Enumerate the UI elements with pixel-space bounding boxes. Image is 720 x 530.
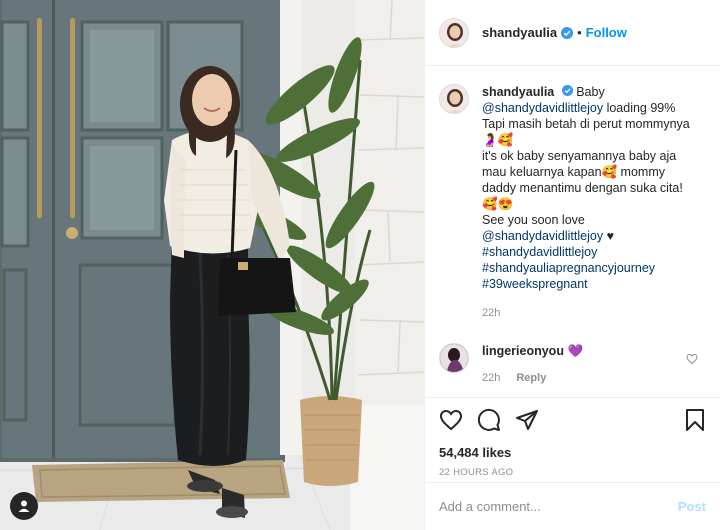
caption-line: See you soon love (482, 213, 585, 227)
avatar-image (440, 18, 468, 47)
header-separator: • (577, 25, 582, 40)
caption-line: daddy menantimu dengan suka cita! (482, 181, 683, 195)
post-photo[interactable] (0, 0, 424, 530)
user-icon (18, 500, 30, 512)
avatar-image (440, 344, 468, 372)
add-comment-bar: Post (425, 482, 720, 530)
caption-hashtag[interactable]: #shandydavidlittlejoy (482, 245, 597, 259)
comment-timestamp: 22h (482, 372, 501, 384)
bookmark-icon[interactable] (684, 408, 706, 432)
reply-button[interactable]: Reply (516, 370, 546, 386)
comment-meta: 22h Reply (482, 370, 704, 386)
caption-mention[interactable]: @shandydavidlittlejoy (482, 229, 603, 243)
caption-line: Tapi masih betah di perut mommynya (482, 117, 690, 131)
post-side-panel: shandyaulia • Follow shandyaulia Baby @s… (424, 0, 720, 530)
caption-line: ♥ (603, 229, 614, 243)
caption-text: shandyaulia Baby @shandydavidlittlejoy l… (482, 84, 704, 321)
caption-hashtag[interactable]: #shandyauliapregnancyjourney (482, 261, 655, 275)
share-icon[interactable] (515, 408, 539, 432)
comment-avatar[interactable] (439, 343, 469, 373)
verified-badge-icon (561, 85, 573, 96)
caption-line: mau keluarnya kapan🥰 mommy (482, 165, 665, 179)
caption-avatar[interactable] (439, 84, 469, 114)
comments-section[interactable]: shandyaulia Baby @shandydavidlittlejoy l… (425, 67, 720, 397)
comment-item: lingerieonyou 💜 22h Reply (425, 321, 720, 386)
action-icons (439, 408, 706, 432)
caption-line: loading 99% (603, 101, 676, 115)
caption-mention[interactable]: @shandydavidlittlejoy (482, 101, 603, 115)
caption-timestamp: 22h (482, 307, 501, 319)
add-comment-input[interactable] (439, 499, 678, 514)
post-header: shandyaulia • Follow (425, 0, 720, 66)
post-actions: 54,484 likes 22 HOURS AGO (425, 397, 720, 481)
caption-line: Baby (576, 85, 605, 99)
caption-hashtag[interactable]: #39weekspregnant (482, 277, 588, 291)
comment-username[interactable]: lingerieonyou (482, 344, 564, 358)
follow-button[interactable]: Follow (586, 25, 627, 40)
heart-icon[interactable] (439, 408, 463, 432)
caption-emoji: 🤰🥰 (482, 133, 514, 147)
tagged-users-button[interactable] (10, 492, 38, 520)
post-age: 22 HOURS AGO (439, 467, 514, 478)
caption: shandyaulia Baby @shandydavidlittlejoy l… (425, 67, 720, 321)
caption-line: it's ok baby senyamannya baby aja (482, 149, 677, 163)
avatar[interactable] (439, 17, 469, 48)
comment-icon[interactable] (477, 408, 501, 432)
likes-count[interactable]: 54,484 likes (439, 445, 706, 460)
header-username[interactable]: shandyaulia (482, 25, 557, 40)
post-comment-button[interactable]: Post (678, 499, 706, 514)
caption-emoji: 🥰😍 (482, 197, 514, 211)
like-comment-heart-icon[interactable] (686, 352, 698, 370)
verified-badge-icon (561, 26, 574, 39)
avatar-image (440, 85, 468, 113)
comment-text: 💜 (567, 344, 584, 358)
post-photo-illustration (0, 0, 424, 530)
caption-username[interactable]: shandyaulia (482, 85, 554, 99)
comment-content: lingerieonyou 💜 22h Reply (482, 343, 704, 386)
